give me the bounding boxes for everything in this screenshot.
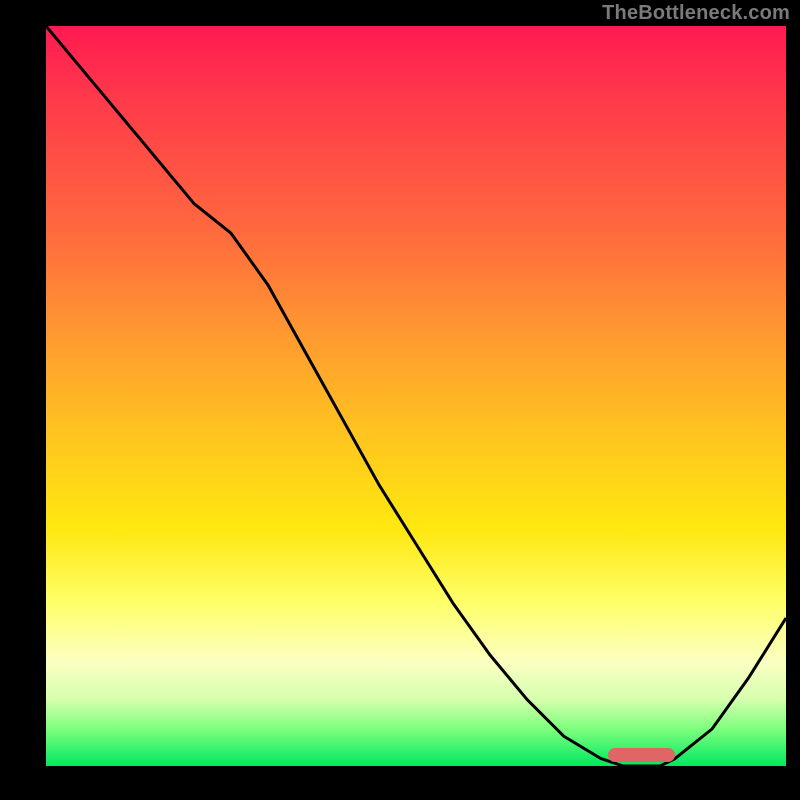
minimum-highlight-pill <box>608 748 675 762</box>
curve-layer <box>46 26 786 766</box>
chart-frame: TheBottleneck.com <box>0 0 800 800</box>
watermark-text: TheBottleneck.com <box>602 2 790 25</box>
plot-area <box>46 26 786 766</box>
bottleneck-curve <box>46 26 786 766</box>
